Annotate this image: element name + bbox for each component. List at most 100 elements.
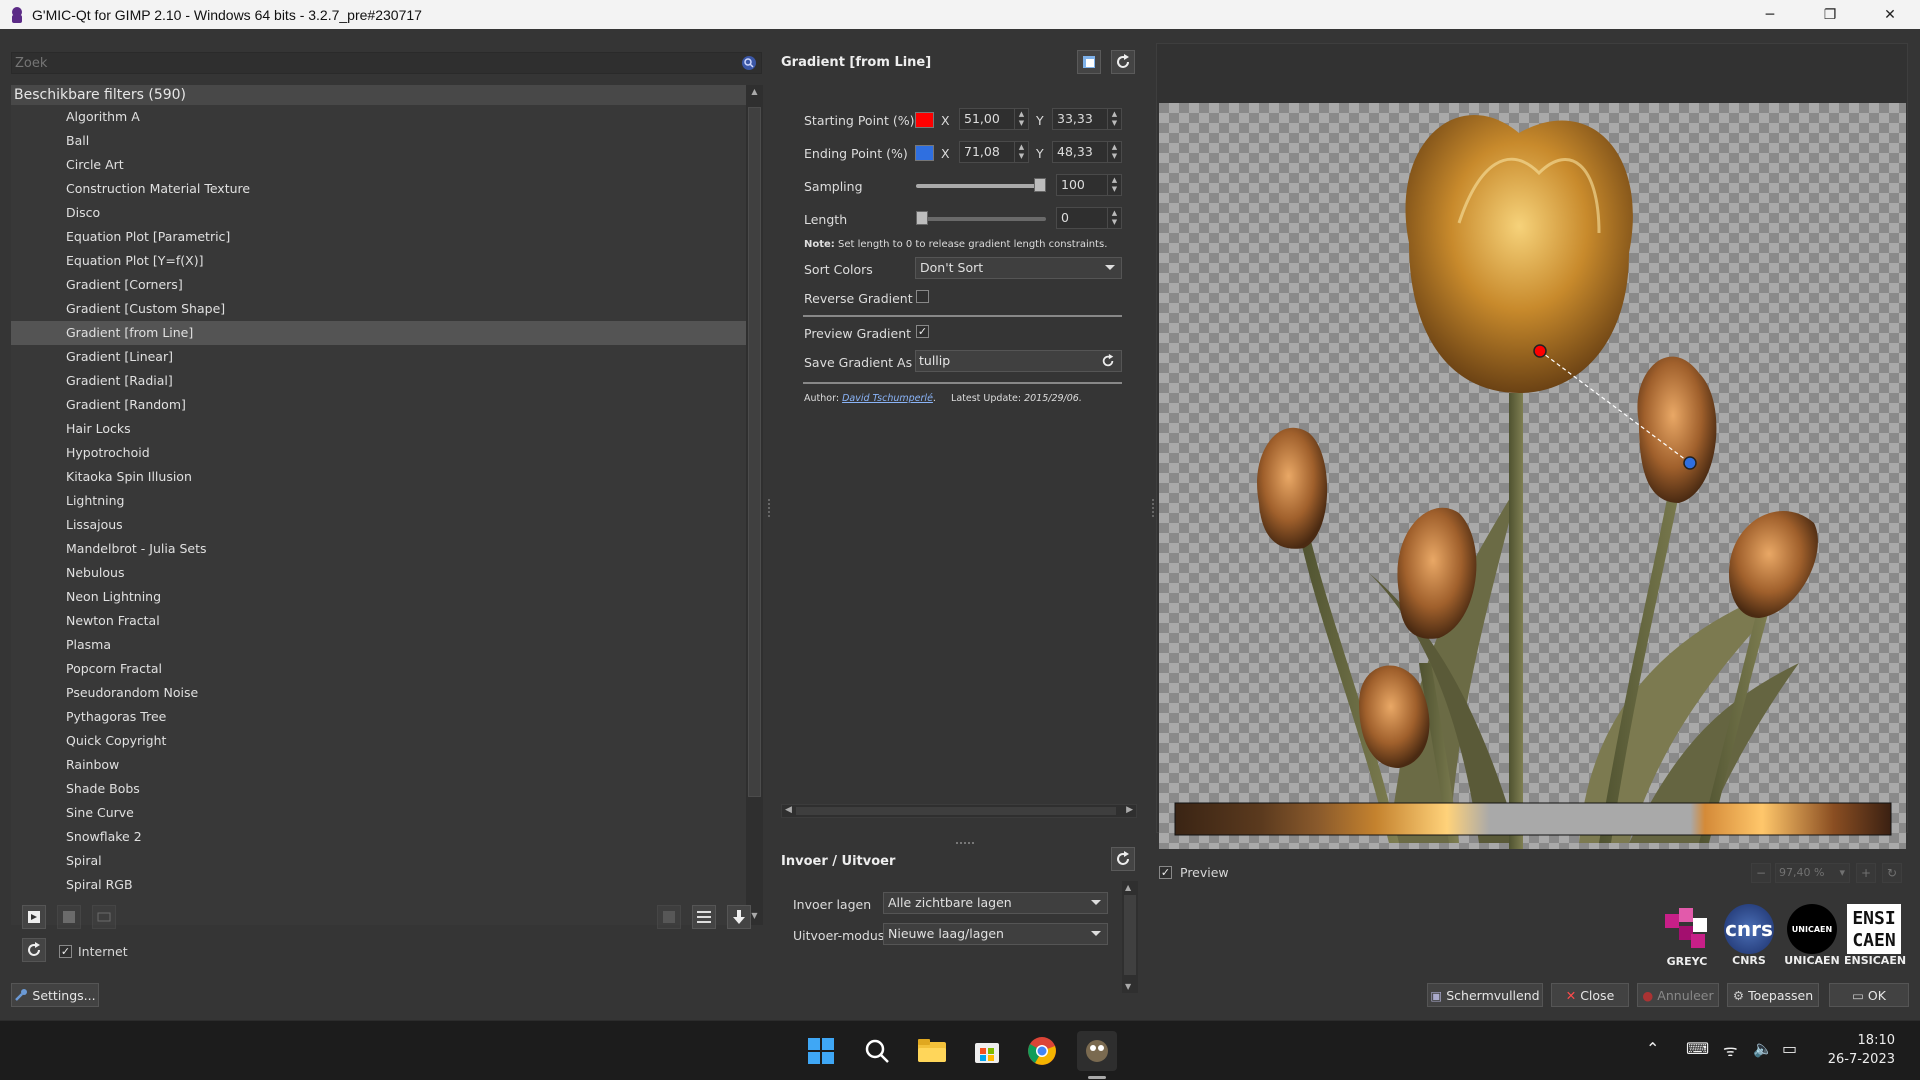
io-reset-button[interactable] — [1111, 847, 1135, 871]
filter-item[interactable]: Spiral — [11, 849, 746, 873]
rename-favorite-button[interactable] — [92, 905, 116, 929]
sort-colors-dropdown[interactable]: Don't Sort — [915, 257, 1122, 279]
filter-item[interactable]: Plasma — [11, 633, 746, 657]
show-hidden-icons-button[interactable]: ⌃ — [1646, 1039, 1659, 1058]
filter-item[interactable]: Lissajous — [11, 513, 746, 537]
filter-item[interactable]: Gradient [Random] — [11, 393, 746, 417]
zoom-reset-button[interactable]: ↻ — [1882, 863, 1902, 883]
color-filter-button[interactable] — [657, 905, 681, 929]
filter-item[interactable]: Pythagoras Tree — [11, 705, 746, 729]
expand-all-button[interactable] — [727, 905, 751, 929]
filter-item[interactable]: Algorithm A — [11, 105, 746, 129]
filter-item[interactable]: Hypotrochoid — [11, 441, 746, 465]
spin-arrows-icon[interactable]: ▲ ▼ — [1107, 208, 1121, 228]
filter-search[interactable] — [11, 52, 762, 74]
output-mode-dropdown[interactable]: Nieuwe laag/lagen — [883, 923, 1108, 945]
gimp-taskbar-button[interactable] — [1077, 1031, 1117, 1071]
filter-item[interactable]: Lightning — [11, 489, 746, 513]
scroll-right-icon[interactable]: ▶ — [1126, 805, 1133, 815]
unicaen-logo[interactable]: UNICAEN UNICAEN — [1782, 904, 1842, 967]
wifi-icon[interactable]: ᯤ — [1723, 1039, 1738, 1061]
add-favorite-button[interactable] — [22, 905, 46, 929]
filter-item[interactable]: Gradient [Linear] — [11, 345, 746, 369]
starting-x-spinbox[interactable]: 51,00 ▲ ▼ — [959, 108, 1029, 130]
input-layers-dropdown[interactable]: Alle zichtbare lagen — [883, 892, 1108, 914]
zoom-out-button[interactable]: − — [1751, 863, 1771, 883]
filter-item[interactable]: Shade Bobs — [11, 777, 746, 801]
hscroll-thumb[interactable] — [796, 807, 1116, 815]
internet-checkbox[interactable]: ✓ — [59, 945, 72, 958]
filter-item[interactable]: Sine Curve — [11, 801, 746, 825]
search-input[interactable] — [12, 53, 761, 73]
length-slider-track[interactable] — [916, 217, 1046, 221]
io-scrollbar[interactable]: ▲ ▼ — [1122, 881, 1138, 993]
starting-y-spinbox[interactable]: 33,33 ▲ ▼ — [1052, 108, 1122, 130]
filter-item[interactable]: Rainbow — [11, 753, 746, 777]
filter-item[interactable]: Neon Lightning — [11, 585, 746, 609]
ending-y-spinbox[interactable]: 48,33 ▲ ▼ — [1052, 141, 1122, 163]
filter-item[interactable]: Nebulous — [11, 561, 746, 585]
filter-item[interactable]: Gradient [Radial] — [11, 369, 746, 393]
author-link[interactable]: David Tschumperlé — [842, 393, 933, 404]
filter-item[interactable]: Equation Plot [Parametric] — [11, 225, 746, 249]
filter-item[interactable]: Circle Art — [11, 153, 746, 177]
filter-list[interactable]: Algorithm A Ball Circle Art Construction Ma… — [11, 105, 746, 925]
reset-params-button[interactable] — [1111, 50, 1135, 74]
filter-item[interactable]: Hair Locks — [11, 417, 746, 441]
clock[interactable]: 18:10 26-7-2023 — [1820, 1031, 1895, 1069]
splitter-handle[interactable] — [768, 499, 770, 517]
filter-item[interactable]: Disco — [11, 201, 746, 225]
taskbar-search-button[interactable] — [857, 1031, 897, 1071]
params-hscrollbar[interactable]: ◀ ▶ — [781, 804, 1137, 818]
io-splitter-handle[interactable] — [956, 842, 974, 844]
spin-arrows-icon[interactable]: ▲ ▼ — [1107, 142, 1121, 162]
start-button[interactable] — [801, 1031, 841, 1071]
filter-item[interactable]: Gradient [Custom Shape] — [11, 297, 746, 321]
preview-gradient-checkbox[interactable]: ✓ — [916, 325, 929, 338]
filter-item[interactable]: Spiral RGB — [11, 873, 746, 897]
file-explorer-button[interactable] — [912, 1031, 952, 1071]
filter-item[interactable]: Mandelbrot - Julia Sets — [11, 537, 746, 561]
ending-point-color[interactable] — [915, 145, 934, 161]
filter-item[interactable]: Kitaoka Spin Illusion — [11, 465, 746, 489]
length-slider-handle[interactable] — [916, 211, 928, 225]
close-button[interactable]: ✕ Close — [1551, 983, 1629, 1007]
refresh-icon[interactable] — [1101, 354, 1115, 368]
sampling-slider-handle[interactable] — [1034, 178, 1046, 192]
list-view-button[interactable] — [692, 905, 716, 929]
scroll-down-icon[interactable]: ▼ — [1125, 982, 1131, 991]
length-spinbox[interactable]: 0 ▲ ▼ — [1056, 207, 1122, 229]
cancel-button[interactable]: ● Annuleer — [1637, 983, 1719, 1007]
close-window-button[interactable]: ✕ — [1860, 0, 1920, 29]
starting-point-color[interactable] — [915, 112, 934, 128]
fullscreen-button[interactable]: ▣ Schermvullend — [1427, 983, 1543, 1007]
apply-button[interactable]: ⚙ Toepassen — [1727, 983, 1819, 1007]
filter-item[interactable]: Quick Copyright — [11, 729, 746, 753]
greyc-logo[interactable]: GREYC — [1658, 904, 1716, 968]
preview-canvas[interactable] — [1159, 103, 1906, 849]
store-button[interactable] — [967, 1031, 1007, 1071]
spin-arrows-icon[interactable]: ▲ ▼ — [1107, 109, 1121, 129]
maximize-button[interactable]: ❐ — [1800, 0, 1860, 29]
ending-x-spinbox[interactable]: 71,08 ▲ ▼ — [959, 141, 1029, 163]
scroll-up-icon[interactable]: ▲ — [749, 87, 760, 99]
zoom-combo[interactable]: 97,40 % ▾ — [1775, 863, 1850, 883]
keyboard-icon[interactable]: ⌨ — [1686, 1039, 1709, 1058]
filter-item[interactable]: Ball — [11, 129, 746, 153]
filter-item[interactable]: Snowflake 2 — [11, 825, 746, 849]
zoom-in-button[interactable]: + — [1856, 863, 1876, 883]
filter-item[interactable]: Gradient [from Line] — [11, 321, 746, 345]
remove-favorite-button[interactable] — [57, 905, 81, 929]
splitter-handle-preview[interactable] — [1152, 499, 1154, 517]
spin-arrows-icon[interactable]: ▲ ▼ — [1014, 109, 1028, 129]
ensicaen-logo[interactable]: ENSI CAEN ENSICAEN — [1844, 904, 1906, 967]
filter-item[interactable]: Construction Material Texture — [11, 177, 746, 201]
filter-item[interactable]: Gradient [Corners] — [11, 273, 746, 297]
chrome-button[interactable] — [1022, 1031, 1062, 1071]
sampling-spinbox[interactable]: 100 ▲ ▼ — [1056, 174, 1122, 196]
filter-item[interactable]: Pseudorandom Noise — [11, 681, 746, 705]
reverse-gradient-checkbox[interactable] — [916, 290, 929, 303]
volume-icon[interactable]: 🔈 — [1753, 1039, 1773, 1058]
settings-button[interactable]: Settings... — [11, 983, 99, 1007]
ok-button[interactable]: ▭ OK — [1829, 983, 1909, 1007]
